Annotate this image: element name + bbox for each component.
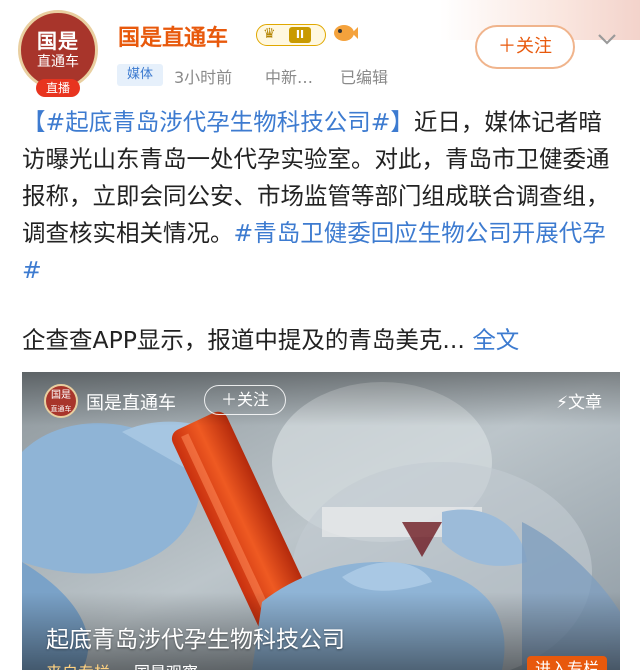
live-badge[interactable]: 直播 bbox=[36, 79, 80, 97]
level-number: II bbox=[289, 27, 311, 43]
enter-column-button[interactable]: 进入专栏 bbox=[527, 656, 607, 670]
card-avatar[interactable]: 国是 直通车 bbox=[44, 384, 78, 418]
follow-button[interactable]: ＋关注 bbox=[475, 25, 575, 69]
article-title[interactable]: 起底青岛涉代孕生物科技公司 bbox=[46, 620, 345, 654]
card-avatar-line1: 国是 bbox=[51, 390, 71, 401]
fish-icon[interactable] bbox=[332, 22, 358, 44]
post-source: 中新… bbox=[265, 68, 314, 87]
edited-label[interactable]: 已编辑 bbox=[340, 64, 388, 88]
avatar[interactable]: 国是 直通车 bbox=[18, 10, 98, 90]
card-follow-button[interactable]: ＋关注 bbox=[204, 385, 286, 415]
avatar-line1: 国是 bbox=[37, 29, 79, 53]
post-text: 【#起底青岛涉代孕生物科技公司#】近日，媒体记者暗访曝光山东青岛一处代孕实验室。… bbox=[22, 104, 622, 289]
post-text-continued: 企查查APP显示，报道中提及的青岛美克... 全文 bbox=[22, 322, 622, 359]
column-from-label: 来自专栏 bbox=[46, 659, 110, 670]
column-name[interactable]: 国是观察 bbox=[134, 659, 198, 670]
level-badge[interactable]: ♛ II bbox=[256, 24, 326, 46]
post-time: 3小时前 bbox=[174, 68, 233, 87]
crown-icon: ♛ bbox=[263, 26, 276, 42]
card-type-label: 文章 bbox=[568, 393, 602, 413]
article-card[interactable]: 国是 直通车 国是直通车 ＋关注 ⚡文章 起底青岛涉代孕生物科技公司 来自专栏 … bbox=[22, 372, 620, 670]
post-body-2: 企查查APP显示，报道中提及的青岛美克... bbox=[22, 326, 465, 354]
user-name[interactable]: 国是直通车 bbox=[118, 20, 228, 52]
chevron-down-icon[interactable] bbox=[596, 30, 618, 48]
lightning-icon: ⚡ bbox=[556, 393, 568, 413]
card-type: ⚡文章 bbox=[556, 388, 602, 413]
card-author-name[interactable]: 国是直通车 bbox=[86, 389, 176, 415]
avatar-line2: 直通车 bbox=[37, 54, 79, 70]
card-avatar-line2: 直通车 bbox=[50, 405, 72, 413]
media-tag: 媒体 bbox=[117, 64, 163, 86]
read-full-link[interactable]: 全文 bbox=[472, 326, 519, 354]
post-header: 国是 直通车 直播 国是直通车 ♛ II 媒体 3小时前 中新… 已编辑 ＋关注 bbox=[0, 0, 640, 100]
hashtag-link[interactable]: 【#起底青岛涉代孕生物科技公司#】 bbox=[22, 108, 414, 136]
